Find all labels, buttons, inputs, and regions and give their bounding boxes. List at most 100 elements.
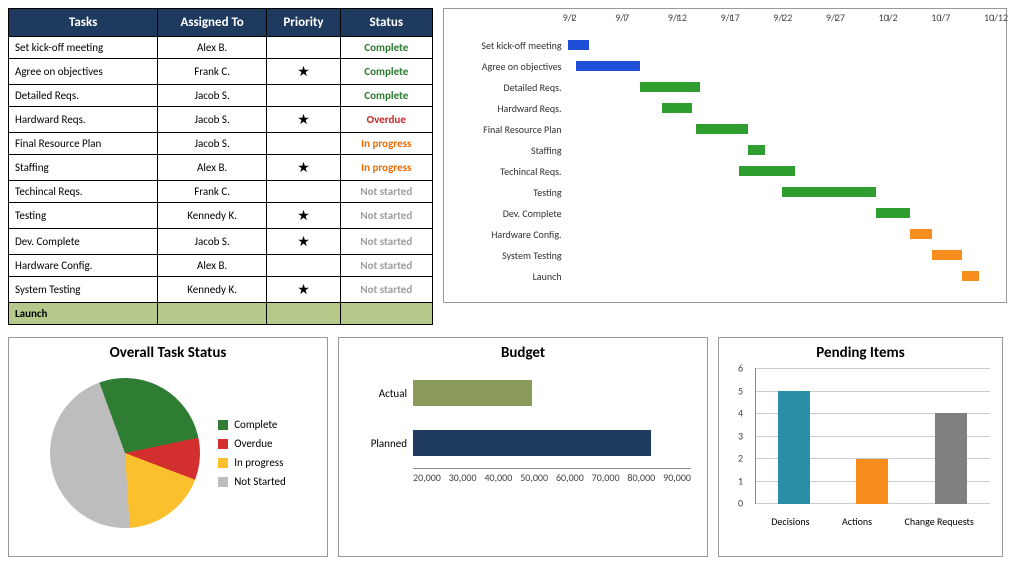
status-cell: Not started: [340, 203, 432, 229]
assigned-cell: Jacob S.: [158, 229, 267, 255]
task-cell: Detailed Reqs.: [9, 85, 158, 107]
gantt-bar: [576, 61, 640, 71]
gantt-row: Final Resource Plan: [444, 119, 996, 140]
gantt-bar: [568, 40, 589, 50]
pending-panel: Pending Items 0123456 DecisionsActionsCh…: [718, 337, 1003, 557]
assigned-cell: Kennedy K.: [158, 203, 267, 229]
col-status: Status: [340, 9, 432, 37]
assigned-cell: Alex B.: [158, 37, 267, 59]
gantt-tick: [835, 15, 838, 21]
gantt-label: System Testing: [444, 249, 568, 262]
table-row[interactable]: Detailed Reqs.Jacob S.Complete: [9, 85, 433, 107]
launch-row[interactable]: Launch: [9, 303, 433, 325]
gantt-bar: [962, 271, 979, 281]
budget-bar: [413, 380, 532, 406]
table-row[interactable]: StaffingAlex B.★In progress: [9, 155, 433, 181]
gantt-bar: [739, 166, 795, 176]
pie-legend: CompleteOverdueIn progressNot Started: [218, 412, 286, 494]
table-row[interactable]: Dev. CompleteJacob S.★Not started: [9, 229, 433, 255]
pending-bar: [856, 459, 888, 504]
gantt-label: Testing: [444, 186, 568, 199]
gantt-label: Hardward Reqs.: [444, 102, 568, 115]
table-row[interactable]: Hardward Reqs.Jacob S.★Overdue: [9, 107, 433, 133]
table-row[interactable]: Set kick-off meetingAlex B.Complete: [9, 37, 433, 59]
table-row[interactable]: Techincal Reqs.Frank C.Not started: [9, 181, 433, 203]
star-icon: ★: [297, 281, 310, 298]
priority-cell: ★: [267, 229, 341, 255]
gantt-row: Hardward Reqs.: [444, 98, 996, 119]
legend-label: Not Started: [234, 475, 286, 488]
pending-chart: 0123456 DecisionsActionsChange Requests: [755, 368, 990, 528]
assigned-cell: Alex B.: [158, 255, 267, 277]
x-tick: Change Requests: [905, 515, 974, 528]
y-tick: 0: [738, 497, 743, 510]
table-row[interactable]: TestingKennedy K.★Not started: [9, 203, 433, 229]
gantt-chart: Set kick-off meeting Agree on objectives D…: [443, 8, 1007, 303]
y-tick: 5: [738, 384, 743, 397]
gantt-bar: [782, 187, 876, 197]
budget-tick: 40,000: [484, 471, 512, 484]
legend-item: Overdue: [218, 437, 286, 450]
legend-swatch: [218, 439, 228, 449]
task-cell: Agree on objectives: [9, 59, 158, 85]
budget-bar: [413, 430, 651, 456]
star-icon: ★: [297, 233, 310, 250]
table-row[interactable]: Agree on objectivesFrank C.★Complete: [9, 59, 433, 85]
pending-title: Pending Items: [725, 344, 996, 362]
star-icon: ★: [297, 159, 310, 176]
y-tick: 1: [738, 474, 743, 487]
gantt-bar: [910, 229, 931, 239]
gantt-label: Techincal Reqs.: [444, 165, 568, 178]
overall-status-panel: Overall Task Status CompleteOverdueIn pr…: [8, 337, 328, 557]
budget-tick: 30,000: [449, 471, 477, 484]
table-row[interactable]: System TestingKennedy K.★Not started: [9, 277, 433, 303]
legend-label: In progress: [234, 456, 283, 469]
budget-axis: 20,00030,00040,00050,00060,00070,00080,0…: [413, 468, 691, 484]
gantt-row: Detailed Reqs.: [444, 77, 996, 98]
budget-tick: 70,000: [592, 471, 620, 484]
gantt-label: Dev. Complete: [444, 207, 568, 220]
task-cell: Final Resource Plan: [9, 133, 158, 155]
gantt-label: Hardware Config.: [444, 228, 568, 241]
pie-title: Overall Task Status: [15, 344, 321, 362]
priority-cell: [267, 85, 341, 107]
pending-bar: [935, 413, 967, 504]
gantt-row: Launch: [444, 266, 996, 287]
gantt-row: Techincal Reqs.: [444, 161, 996, 182]
status-cell: Not started: [340, 229, 432, 255]
legend-swatch: [218, 477, 228, 487]
assigned-cell: Jacob S.: [158, 107, 267, 133]
gantt-tick: [572, 15, 575, 21]
status-cell: Not started: [340, 277, 432, 303]
col-assigned: Assigned To: [158, 9, 267, 37]
star-icon: ★: [297, 111, 310, 128]
status-cell: Complete: [340, 59, 432, 85]
priority-cell: [267, 133, 341, 155]
budget-row: Planned: [355, 418, 691, 468]
table-row[interactable]: Hardware Config.Alex B.Not started: [9, 255, 433, 277]
y-tick: 4: [738, 407, 743, 420]
task-cell: Staffing: [9, 155, 158, 181]
gantt-tick: [993, 15, 996, 21]
legend-item: Not Started: [218, 475, 286, 488]
budget-label: Planned: [355, 437, 413, 450]
gantt-bar: [696, 124, 747, 134]
gantt-bar: [876, 208, 910, 218]
status-cell: Complete: [340, 37, 432, 59]
gantt-row: Testing: [444, 182, 996, 203]
budget-chart: ActualPlanned20,00030,00040,00050,00060,…: [355, 368, 691, 528]
priority-cell: [267, 37, 341, 59]
gantt-label: Final Resource Plan: [444, 123, 568, 136]
gantt-label: Set kick-off meeting: [444, 39, 568, 52]
budget-title: Budget: [345, 344, 701, 362]
gantt-tick: [677, 15, 680, 21]
task-cell: Techincal Reqs.: [9, 181, 158, 203]
gantt-label: Agree on objectives: [444, 60, 568, 73]
pending-bar: [778, 391, 810, 504]
legend-swatch: [218, 458, 228, 468]
table-row[interactable]: Final Resource PlanJacob S.In progress: [9, 133, 433, 155]
gantt-row: Hardware Config.: [444, 224, 996, 245]
assigned-cell: Jacob S.: [158, 133, 267, 155]
budget-row: Actual: [355, 368, 691, 418]
gantt-tick: [888, 15, 891, 21]
